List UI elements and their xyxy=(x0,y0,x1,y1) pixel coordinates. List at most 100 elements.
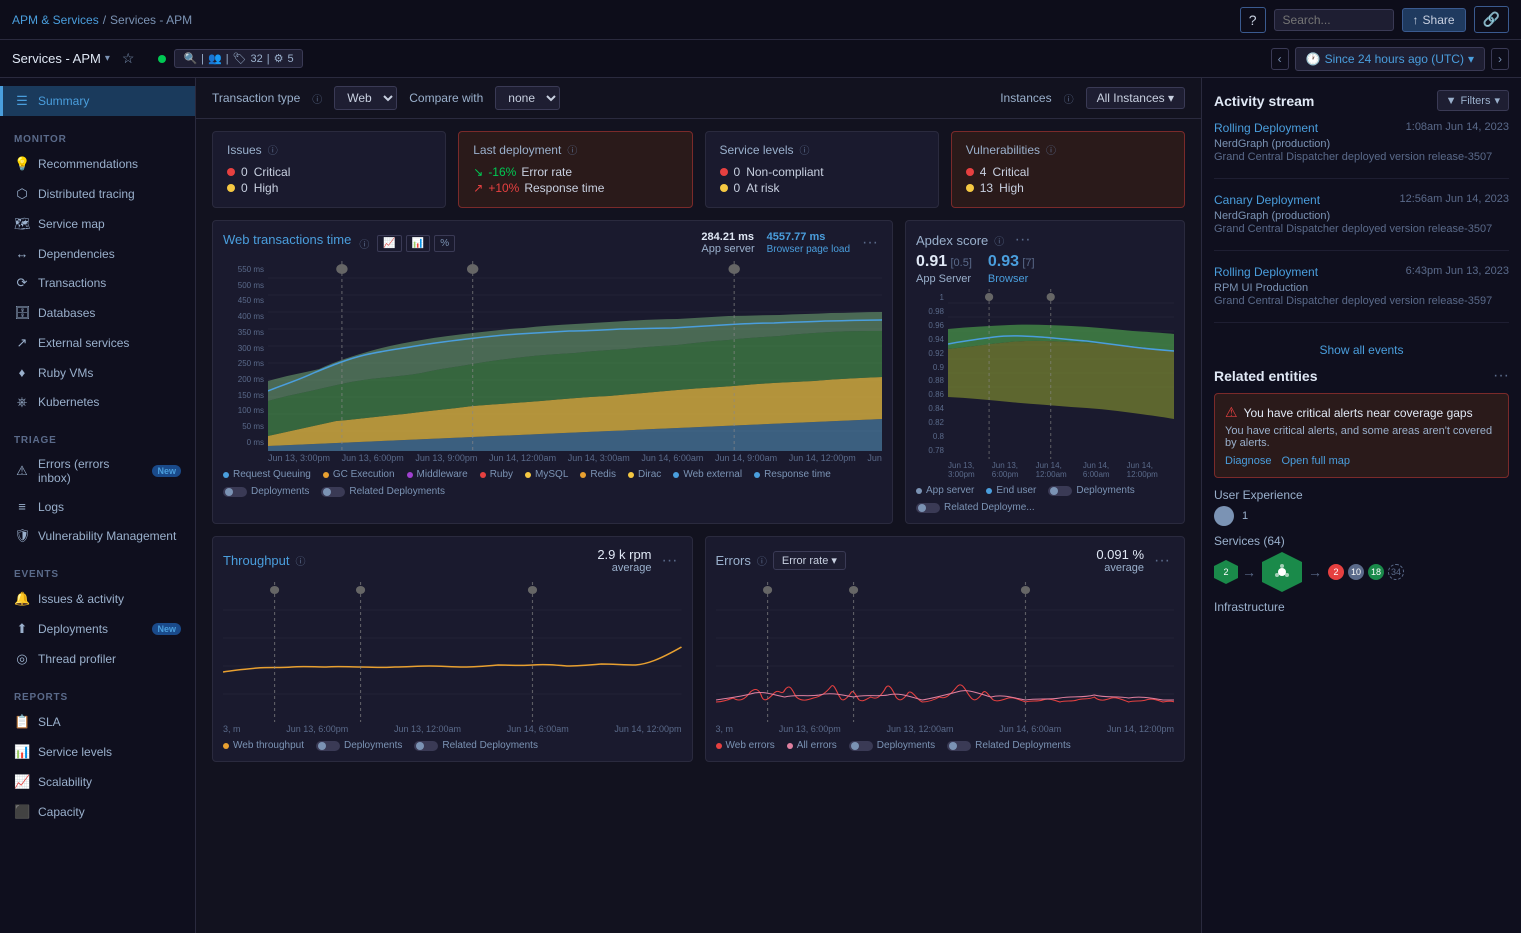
activity-item-1: Rolling Deployment 1:08am Jun 14, 2023 N… xyxy=(1214,121,1509,179)
main-layout: ☰ Summary MONITOR 💡 Recommendations ⬡ Di… xyxy=(0,78,1521,933)
open-full-map-link[interactable]: Open full map xyxy=(1281,455,1349,467)
line-chart-icon[interactable]: 📈 xyxy=(377,235,401,252)
throughput-more-button[interactable]: ··· xyxy=(658,552,682,570)
info-icon: ⓘ xyxy=(359,236,369,251)
sidebar-item-vulnerability-management[interactable]: 🛡 Vulnerability Management xyxy=(0,521,195,551)
content-area: Transaction type ⓘ Web Compare with none… xyxy=(196,78,1201,933)
search-icon: 🔍 xyxy=(183,52,197,65)
chevron-down-icon: ▾ xyxy=(1168,91,1174,105)
service-levels-icon: 📊 xyxy=(14,744,30,760)
sidebar-item-capacity[interactable]: ⬛ Capacity xyxy=(0,797,195,827)
show-all-events-link[interactable]: Show all events xyxy=(1214,337,1509,363)
apdex-chart xyxy=(948,289,1174,459)
info-icon: ⓘ xyxy=(312,91,322,106)
bar-chart-icon[interactable]: 📊 xyxy=(406,235,430,252)
errors-chart xyxy=(716,582,1175,722)
monitor-label: MONITOR xyxy=(0,128,195,149)
user-experience-row: 1 xyxy=(1214,506,1509,526)
bottom-charts: Throughput ⓘ 2.9 k rpm average ··· xyxy=(196,536,1201,774)
kubernetes-icon: ⎈ xyxy=(14,394,30,410)
nav-left-button[interactable]: ‹ xyxy=(1271,48,1289,70)
sidebar-item-deployments[interactable]: ⬆ Deployments New xyxy=(0,614,195,644)
transaction-type-label: Transaction type xyxy=(212,91,300,105)
issues-icon: 🔔 xyxy=(14,591,30,607)
settings-icon: ⚙ xyxy=(274,52,284,65)
sidebar-item-summary[interactable]: ☰ Summary xyxy=(0,86,195,116)
capacity-icon: ⬛ xyxy=(14,804,30,820)
sidebar-item-sla[interactable]: 📋 SLA xyxy=(0,707,195,737)
services-hex-center xyxy=(1262,552,1302,592)
sidebar-item-thread-profiler[interactable]: ◎ Thread profiler xyxy=(0,644,195,674)
nav-right-button[interactable]: › xyxy=(1491,48,1509,70)
sidebar-item-databases[interactable]: 🗄 Databases xyxy=(0,298,195,328)
issues-card: Issues ⓘ 0 Critical 0 High xyxy=(212,131,446,208)
sidebar: ☰ Summary MONITOR 💡 Recommendations ⬡ Di… xyxy=(0,78,196,933)
error-rate-button[interactable]: Error rate ▾ xyxy=(773,551,846,570)
browser-page-load-link[interactable]: Browser page load xyxy=(767,244,850,255)
activity-stream-title: Activity stream xyxy=(1214,93,1314,109)
sidebar-section-events: EVENTS 🔔 Issues & activity ⬆ Deployments… xyxy=(0,555,195,678)
sidebar-item-scalability[interactable]: 📈 Scalability xyxy=(0,767,195,797)
sidebar-item-service-levels[interactable]: 📊 Service levels xyxy=(0,737,195,767)
web-tx-legend: Request Queuing GC Execution Middleware … xyxy=(223,469,882,497)
diagnose-link[interactable]: Diagnose xyxy=(1225,455,1271,467)
search-input[interactable] xyxy=(1274,9,1394,31)
browser-link[interactable]: Browser xyxy=(988,273,1028,285)
sidebar-item-logs[interactable]: ≡ Logs xyxy=(0,492,195,521)
more-options-button[interactable]: ··· xyxy=(858,234,882,252)
sidebar-section-triage: TRIAGE ⚠ Errors (errors inbox) New ≡ Log… xyxy=(0,421,195,555)
info-icon: ⓘ xyxy=(1046,142,1056,157)
content-toolbar: Transaction type ⓘ Web Compare with none… xyxy=(196,78,1201,119)
transaction-type-select[interactable]: Web xyxy=(334,86,397,110)
down-arrow-icon: ↘ xyxy=(473,165,483,179)
reports-label: REPORTS xyxy=(0,686,195,707)
errors-more-button[interactable]: ··· xyxy=(1150,552,1174,570)
activity-item-2: Canary Deployment 12:56am Jun 14, 2023 N… xyxy=(1214,193,1509,251)
end-user-stat: 4557.77 ms Browser page load xyxy=(767,231,850,255)
map-icon: 🗺 xyxy=(14,216,30,232)
user-experience-icon xyxy=(1214,506,1234,526)
favorite-icon[interactable]: ☆ xyxy=(122,50,135,67)
link-button[interactable]: 🔗 xyxy=(1474,6,1509,33)
sidebar-item-transactions[interactable]: ⟳ Transactions xyxy=(0,268,195,298)
sidebar-item-errors[interactable]: ⚠ Errors (errors inbox) New xyxy=(0,450,195,492)
charts-section: Web transactions time ⓘ 📈 📊 % 284.21 ms … xyxy=(196,220,1201,536)
meta-tags: 🔍 | 👥 | 🏷 32 | ⚙ 5 xyxy=(158,49,302,68)
top-bar: APM & Services / Services - APM ? ↑ Shar… xyxy=(0,0,1521,40)
tag-icon: 🏷 xyxy=(233,52,247,65)
filters-button[interactable]: ▼ Filters ▾ xyxy=(1437,90,1509,111)
apdex-more-button[interactable]: ··· xyxy=(1011,231,1035,249)
share-icon: ↑ xyxy=(1413,13,1419,27)
last-deployment-card: Last deployment ⓘ ↘ -16% Error rate ↗ +1… xyxy=(458,131,692,208)
sidebar-item-kubernetes[interactable]: ⎈ Kubernetes xyxy=(0,387,195,417)
sidebar-item-external-services[interactable]: ↗ External services xyxy=(0,328,195,358)
sidebar-item-service-map[interactable]: 🗺 Service map xyxy=(0,209,195,239)
browser-score: 0.93 [7] Browser xyxy=(988,253,1035,285)
sidebar-item-distributed-tracing[interactable]: ⬡ Distributed tracing xyxy=(0,179,195,209)
right-panel: Activity stream ▼ Filters ▾ Rolling Depl… xyxy=(1201,78,1521,933)
info-icon: ⓘ xyxy=(800,142,810,157)
breadcrumb: APM & Services / Services - APM xyxy=(12,13,192,27)
breadcrumb-apm[interactable]: APM & Services xyxy=(12,13,99,27)
services-label: Services (64) xyxy=(1214,534,1509,548)
sidebar-item-recommendations[interactable]: 💡 Recommendations xyxy=(0,149,195,179)
instances-button[interactable]: All Instances ▾ xyxy=(1086,87,1185,109)
warning-icon: ⚠ xyxy=(1225,404,1238,421)
sidebar-item-dependencies[interactable]: ↔ Dependencies xyxy=(0,239,195,268)
compare-with-select[interactable]: none xyxy=(495,86,560,110)
related-entities-more-button[interactable]: ··· xyxy=(1493,367,1509,385)
services-row: 2 → → 2 10 18 34 xyxy=(1214,552,1509,592)
sidebar-item-issues-activity[interactable]: 🔔 Issues & activity xyxy=(0,584,195,614)
sidebar-item-ruby-vms[interactable]: ♦ Ruby VMs xyxy=(0,358,195,387)
info-icon: ⓘ xyxy=(296,553,306,568)
services-badges: 2 10 18 34 xyxy=(1328,564,1404,580)
metrics-row: Issues ⓘ 0 Critical 0 High Last deployme… xyxy=(196,131,1201,220)
critical-dot xyxy=(227,168,235,176)
apdex-y-axis: 1 0.98 0.96 0.94 0.92 0.9 0.88 0.86 0.84… xyxy=(916,289,948,459)
time-selector[interactable]: 🕐 Since 24 hours ago (UTC) ▾ xyxy=(1295,47,1485,71)
percent-icon[interactable]: % xyxy=(434,235,455,252)
vuln-high-dot xyxy=(966,184,974,192)
share-button[interactable]: ↑ Share xyxy=(1402,8,1466,32)
help-button[interactable]: ? xyxy=(1240,7,1266,33)
user-experience-label: User Experience xyxy=(1214,488,1509,502)
